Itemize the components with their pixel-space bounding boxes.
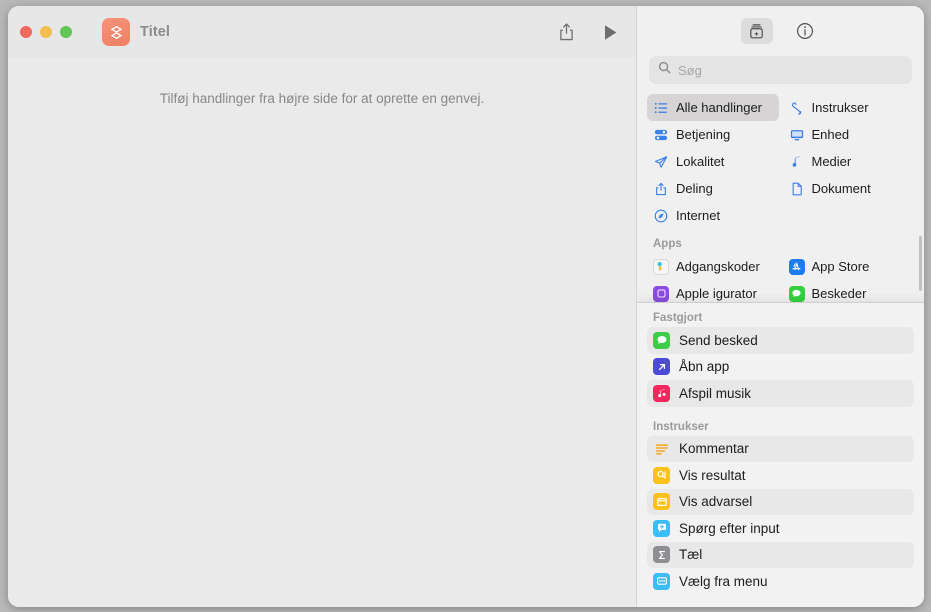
- document-title[interactable]: Titel: [140, 24, 170, 40]
- category-deling[interactable]: Deling: [647, 175, 779, 202]
- action-library-icon[interactable]: [740, 18, 773, 44]
- action-label: Kommentar: [679, 441, 749, 457]
- category-alle-handlinger[interactable]: Alle handlinger: [647, 94, 779, 121]
- editor-canvas[interactable]: Tilføj handlinger fra højre side for at …: [8, 58, 636, 607]
- action-label: Spørg efter input: [679, 520, 780, 536]
- scripting-section-header: Instrukser: [653, 420, 709, 433]
- appstore-app-icon: [788, 258, 805, 275]
- toolbar-right: [558, 22, 618, 42]
- search-field[interactable]: [649, 56, 912, 84]
- screen: Titel Tilføj handlinger fra højre side f…: [0, 0, 931, 612]
- sliders-icon: [653, 128, 669, 142]
- action-label: Afspil musik: [679, 385, 752, 401]
- app-item-app-store[interactable]: App Store: [783, 253, 915, 280]
- empty-state-hint: Tilføj handlinger fra højre side for at …: [159, 91, 485, 106]
- close-button[interactable]: [20, 26, 32, 38]
- category-medier[interactable]: Medier: [783, 148, 915, 175]
- music-icon: [653, 384, 670, 402]
- category-label: Medier: [811, 154, 852, 169]
- category-lokalitet[interactable]: Lokalitet: [647, 148, 779, 175]
- app-label: Adgangskoder: [676, 259, 760, 274]
- passwords-app-icon: [653, 258, 669, 275]
- quicklook-icon: [653, 466, 670, 484]
- comment-icon: [653, 440, 670, 457]
- ask-input-icon: [653, 519, 670, 537]
- action-label: Vælg fra menu: [679, 573, 768, 589]
- action-label: Åbn app: [679, 359, 730, 375]
- configurator-app-icon: [653, 285, 669, 302]
- action-sporg-efter-input[interactable]: Spørg efter input: [647, 515, 914, 542]
- category-enhed[interactable]: Enhed: [783, 121, 915, 148]
- search-container: [637, 50, 924, 84]
- share-icon: [653, 182, 669, 196]
- share-button[interactable]: [558, 22, 575, 42]
- action-label: Send besked: [679, 332, 758, 348]
- info-icon[interactable]: [789, 18, 821, 44]
- category-label: Dokument: [811, 181, 871, 196]
- action-abn-app[interactable]: Åbn app: [647, 354, 914, 381]
- action-tael[interactable]: Tæl: [647, 541, 914, 568]
- action-vaelg-fra-menu[interactable]: Vælg fra menu: [647, 568, 914, 595]
- category-label: Deling: [676, 181, 713, 196]
- messages-app-icon: [788, 285, 805, 302]
- zoom-button[interactable]: [60, 26, 72, 38]
- action-afspil-musik[interactable]: Afspil musik: [647, 380, 914, 407]
- run-button[interactable]: [603, 24, 618, 41]
- category-label: Enhed: [811, 127, 850, 142]
- apps-grid: Adgangskoder App Store Apple igurator Be…: [637, 253, 924, 307]
- category-instrukser[interactable]: Instrukser: [783, 94, 915, 121]
- category-label: Internet: [676, 208, 721, 223]
- action-library-sidebar: Alle handlinger Instrukser: [636, 6, 924, 607]
- shortcuts-icon: [102, 18, 130, 46]
- list-icon: [653, 101, 669, 115]
- action-vis-advarsel[interactable]: Vis advarsel: [647, 488, 914, 515]
- sidebar-scrollbar[interactable]: [919, 236, 922, 291]
- scroll-icon: [789, 101, 805, 115]
- apps-section-header: Apps: [653, 238, 682, 250]
- choose-menu-icon: [653, 572, 670, 590]
- sidebar-toolbar: [637, 6, 924, 50]
- messages-icon: [653, 331, 670, 349]
- app-label: Beskeder: [811, 286, 867, 301]
- action-kommentar[interactable]: Kommentar: [647, 435, 914, 462]
- compass-icon: [653, 209, 669, 223]
- search-input[interactable]: [678, 62, 903, 78]
- category-label: Alle handlinger: [676, 100, 763, 115]
- app-label: Apple igurator: [676, 286, 757, 301]
- suggestions-popover: Fastgjort Send besked Åbn app Afspil mus…: [637, 302, 924, 607]
- action-label: Tæl: [679, 547, 703, 563]
- category-grid: Alle handlinger Instrukser Betjening Enh…: [637, 94, 924, 229]
- category-label: Betjening: [676, 127, 731, 142]
- title-bar: Titel: [8, 6, 636, 58]
- category-label: Instrukser: [811, 100, 869, 115]
- display-icon: [789, 128, 805, 142]
- app-item-adgangskoder[interactable]: Adgangskoder: [647, 253, 779, 280]
- minimize-button[interactable]: [40, 26, 52, 38]
- shortcuts-window: Titel Tilføj handlinger fra højre side f…: [8, 6, 924, 607]
- category-dokument[interactable]: Dokument: [783, 175, 915, 202]
- pinned-section-header: Fastgjort: [653, 312, 703, 324]
- alert-icon: [653, 493, 670, 511]
- music-note-icon: [789, 155, 805, 169]
- action-label: Vis advarsel: [679, 494, 753, 510]
- action-vis-resultat[interactable]: Vis resultat: [647, 462, 914, 489]
- sigma-icon: [653, 546, 670, 564]
- category-label: Lokalitet: [676, 154, 725, 169]
- paperplane-icon: [653, 155, 669, 169]
- action-label: Vis resultat: [679, 467, 746, 483]
- document-icon: [789, 182, 805, 196]
- traffic-lights: [20, 26, 72, 38]
- action-send-besked[interactable]: Send besked: [647, 327, 914, 354]
- app-label: App Store: [811, 259, 870, 274]
- search-icon: [658, 61, 671, 79]
- open-app-icon: [653, 358, 670, 376]
- category-internet[interactable]: Internet: [647, 202, 779, 229]
- category-betjening[interactable]: Betjening: [647, 121, 779, 148]
